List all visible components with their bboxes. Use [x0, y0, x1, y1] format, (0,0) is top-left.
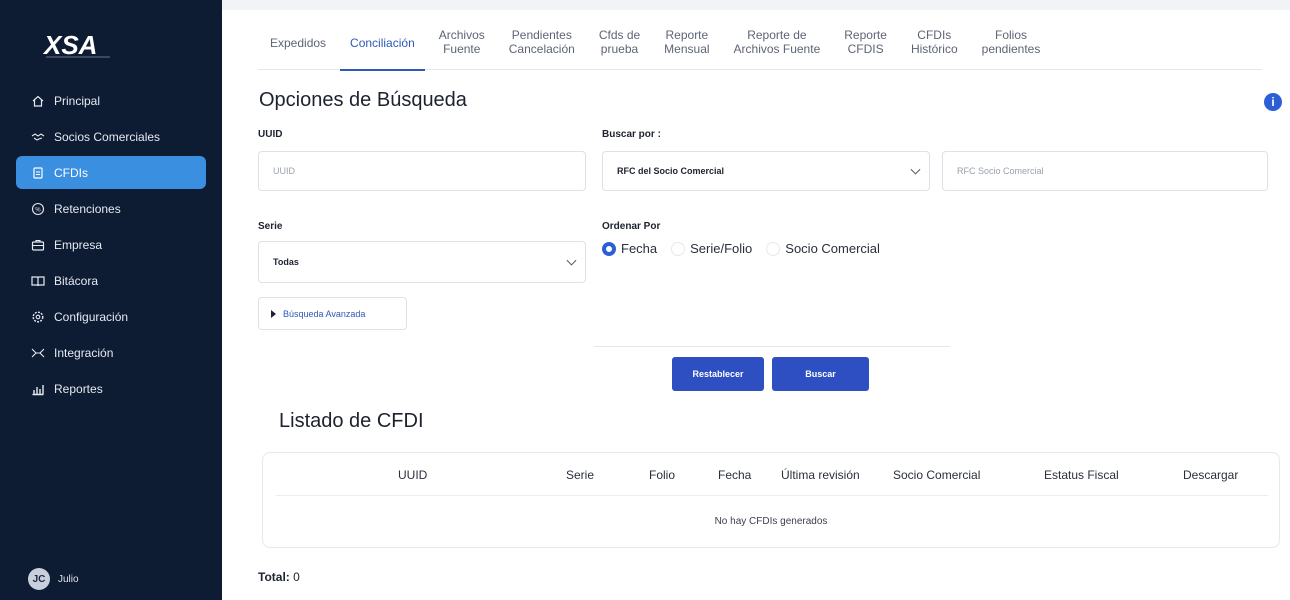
- table-header-divider: [276, 495, 1268, 496]
- user-profile[interactable]: JC Julio: [28, 568, 79, 590]
- tab-reporte-mensual[interactable]: Reporte Mensual: [652, 28, 721, 70]
- tab-archivos-fuente[interactable]: Archivos Fuente: [427, 28, 497, 70]
- radio-fecha[interactable]: Fecha: [602, 241, 657, 256]
- tab-bar: Expedidos Conciliación Archivos Fuente P…: [258, 28, 1262, 71]
- chart-icon: [30, 381, 46, 397]
- svg-text:%: %: [35, 207, 41, 213]
- briefcase-icon: [30, 237, 46, 253]
- divider: [594, 346, 950, 347]
- ordenar-por-group: Fecha Serie/Folio Socio Comercial: [602, 241, 894, 256]
- sidebar-item-label: Integración: [54, 345, 114, 360]
- ordenar-por-label: Ordenar Por: [602, 221, 661, 232]
- advanced-search-label: Búsqueda Avanzada: [283, 308, 366, 319]
- column-header-descargar[interactable]: Descargar: [1183, 468, 1238, 482]
- search-section-title: Opciones de Búsqueda: [259, 89, 467, 111]
- reset-button[interactable]: Restablecer: [672, 357, 764, 391]
- cfdi-table: [262, 452, 1280, 548]
- sidebar-item-principal[interactable]: Principal: [16, 84, 206, 117]
- sidebar-item-label: Principal: [54, 93, 101, 108]
- percent-circle-icon: %: [30, 201, 46, 217]
- total-label: Total:: [258, 570, 290, 584]
- radio-button-selected[interactable]: [602, 241, 616, 256]
- radio-serie-folio[interactable]: Serie/Folio: [671, 241, 752, 256]
- buscar-por-select[interactable]: RFC del Socio Comercial: [602, 151, 930, 191]
- sidebar-item-label: Bitácora: [54, 273, 99, 288]
- tab-pendientes-cancelacion[interactable]: Pendientes Cancelación: [497, 28, 587, 70]
- book-icon: [30, 273, 46, 289]
- chevron-down-icon: [566, 255, 577, 266]
- home-icon: [30, 93, 46, 109]
- radio-button[interactable]: [766, 241, 781, 256]
- sidebar-item-label: Socios Comerciales: [54, 129, 161, 144]
- tab-cfds-prueba[interactable]: Cfds de prueba: [587, 28, 652, 70]
- column-header-socio-comercial[interactable]: Socio Comercial: [893, 468, 980, 482]
- sidebar-nav: Principal Socios Comerciales CFDIs % Ret…: [16, 84, 206, 408]
- sidebar-item-reportes[interactable]: Reportes: [16, 372, 206, 405]
- sidebar-item-label: Configuración: [54, 309, 129, 324]
- column-header-estatus-fiscal[interactable]: Estatus Fiscal: [1044, 468, 1119, 482]
- sidebar-item-label: CFDIs: [54, 165, 88, 180]
- sidebar-item-label: Empresa: [54, 237, 103, 252]
- table-empty-message: No hay CFDIs generados: [714, 516, 828, 527]
- serie-value: Todas: [273, 257, 299, 267]
- avatar: JC: [28, 568, 50, 590]
- radio-button[interactable]: [671, 241, 686, 256]
- chevron-down-icon: [910, 164, 921, 175]
- serie-label: Serie: [258, 221, 283, 232]
- tab-expedidos[interactable]: Expedidos: [258, 28, 338, 70]
- tab-reporte-cfdis[interactable]: Reporte CFDIS: [832, 28, 899, 70]
- sidebar-item-empresa[interactable]: Empresa: [16, 228, 206, 261]
- radio-label: Serie/Folio: [690, 241, 753, 256]
- info-icon[interactable]: i: [1264, 93, 1282, 111]
- sidebar-item-bitacora[interactable]: Bitácora: [16, 264, 206, 297]
- radio-socio-comercial[interactable]: Socio Comercial: [766, 241, 880, 256]
- search-button[interactable]: Buscar: [772, 357, 869, 391]
- buscar-por-label: Buscar por :: [602, 129, 661, 140]
- sidebar-item-cfdis[interactable]: CFDIs: [16, 156, 206, 189]
- sidebar-item-label: Retenciones: [54, 201, 121, 216]
- tab-folios-pendientes[interactable]: Folios pendientes: [970, 28, 1053, 70]
- buscar-por-value: RFC del Socio Comercial: [617, 166, 725, 176]
- sidebar-item-integracion[interactable]: Integración: [16, 336, 206, 369]
- tab-reporte-archivos-fuente[interactable]: Reporte de Archivos Fuente: [722, 28, 833, 70]
- total-count: Total: 0: [258, 570, 300, 584]
- column-header-ultima-revision[interactable]: Última revisión: [781, 468, 860, 482]
- radio-label: Socio Comercial: [785, 241, 880, 256]
- column-header-fecha[interactable]: Fecha: [718, 468, 751, 482]
- serie-select[interactable]: Todas: [258, 241, 586, 283]
- rfc-socio-input[interactable]: RFC Socio Comercial: [942, 151, 1268, 191]
- sidebar-item-label: Reportes: [54, 381, 103, 396]
- advanced-search-toggle[interactable]: Búsqueda Avanzada: [258, 297, 407, 330]
- uuid-input[interactable]: UUID: [258, 151, 586, 191]
- top-frame: [222, 0, 1290, 10]
- sidebar-item-configuracion[interactable]: Configuración: [16, 300, 206, 333]
- column-header-uuid[interactable]: UUID: [398, 468, 427, 482]
- tab-conciliacion[interactable]: Conciliación: [338, 28, 427, 71]
- gear-icon: [30, 309, 46, 325]
- user-name: Julio: [58, 573, 79, 585]
- handshake-icon: [30, 129, 46, 145]
- column-header-serie[interactable]: Serie: [566, 468, 594, 482]
- sidebar: XSA Principal Socios Comerciales CFDIs %: [0, 0, 222, 600]
- sidebar-item-retenciones[interactable]: % Retenciones: [16, 192, 206, 225]
- xsa-logo[interactable]: XSA: [40, 26, 120, 66]
- uuid-label: UUID: [258, 129, 283, 140]
- radio-label: Fecha: [621, 241, 658, 256]
- document-icon: [30, 165, 46, 181]
- caret-right-icon: [271, 309, 276, 318]
- svg-text:XSA: XSA: [42, 30, 97, 60]
- integration-icon: [30, 345, 46, 361]
- listado-title: Listado de CFDI: [279, 410, 424, 432]
- sidebar-item-socios[interactable]: Socios Comerciales: [16, 120, 206, 153]
- tab-cfdis-historico[interactable]: CFDIs Histórico: [899, 28, 970, 70]
- column-header-folio[interactable]: Folio: [649, 468, 675, 482]
- total-value: 0: [293, 570, 300, 584]
